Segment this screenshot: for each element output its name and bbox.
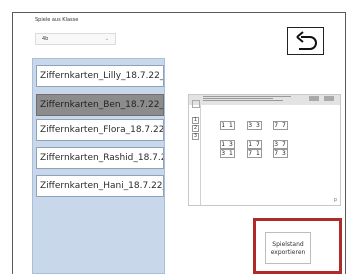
save-game-label: Ziffernkarten_Flora_18.7.22_4 <box>40 125 164 135</box>
save-game-label: Ziffernkarten_Lilly_18.7.22_4 <box>40 71 164 81</box>
game-preview: 1 2 3 1 1 3 3 7 7 1 3 1 7 3 7 3 1 7 1 7 … <box>188 94 341 206</box>
preview-digit: 3 <box>192 133 199 140</box>
preview-toolbar-chip <box>309 96 319 101</box>
save-game-label: Ziffernkarten_Rashid_18.7.22_4 <box>40 153 163 163</box>
class-select-label: Spiele aus Klasse <box>35 17 79 23</box>
save-game-card-hani[interactable]: Ziffernkarten_Hani_18.7.22_4 <box>36 175 164 197</box>
preview-card: 3 7 <box>273 140 288 149</box>
preview-card: 1 3 <box>220 140 235 149</box>
preview-digit: 1 <box>192 117 199 124</box>
export-savegame-button[interactable]: Spielstand exportieren <box>265 232 311 264</box>
save-game-label: Ziffernkarten_Ben_18.7.22_4 <box>40 100 164 110</box>
preview-corner-mark: p <box>333 197 337 203</box>
preview-card: 1 7 <box>247 140 262 149</box>
save-game-list: Ziffernkarten_Lilly_18.7.22_4 Ziffernkar… <box>32 58 165 274</box>
preview-card: 7 3 <box>273 149 288 158</box>
class-select[interactable]: 4b ⌄ <box>35 33 116 45</box>
chevron-down-icon: ⌄ <box>104 36 109 42</box>
preview-instruction-text <box>203 95 293 103</box>
save-game-card-lilly[interactable]: Ziffernkarten_Lilly_18.7.22_4 <box>36 65 164 87</box>
export-button-line2: exportieren <box>270 249 306 256</box>
preview-card: 1 1 <box>220 121 235 130</box>
grid-icon <box>192 100 200 108</box>
preview-card: 3 3 <box>247 121 262 130</box>
undo-button[interactable] <box>287 27 324 55</box>
preview-divider <box>200 105 201 205</box>
save-game-label: Ziffernkarten_Hani_18.7.22_4 <box>40 181 164 191</box>
save-game-card-rashid[interactable]: Ziffernkarten_Rashid_18.7.22_4 <box>36 147 164 169</box>
save-game-card-flora[interactable]: Ziffernkarten_Flora_18.7.22_4 <box>36 119 164 141</box>
preview-card: 7 7 <box>273 121 288 130</box>
save-game-card-ben[interactable]: Ziffernkarten_Ben_18.7.22_4 <box>36 94 164 116</box>
export-button-line1: Spielstand <box>272 241 304 248</box>
class-select-value: 4b <box>42 36 49 42</box>
export-highlight: Spielstand exportieren <box>253 218 342 274</box>
preview-digit: 2 <box>192 125 199 132</box>
preview-card: 7 1 <box>247 149 262 158</box>
preview-card: 3 1 <box>220 149 235 158</box>
undo-arrow-icon <box>296 31 317 50</box>
preview-toolbar-chip <box>324 96 334 101</box>
